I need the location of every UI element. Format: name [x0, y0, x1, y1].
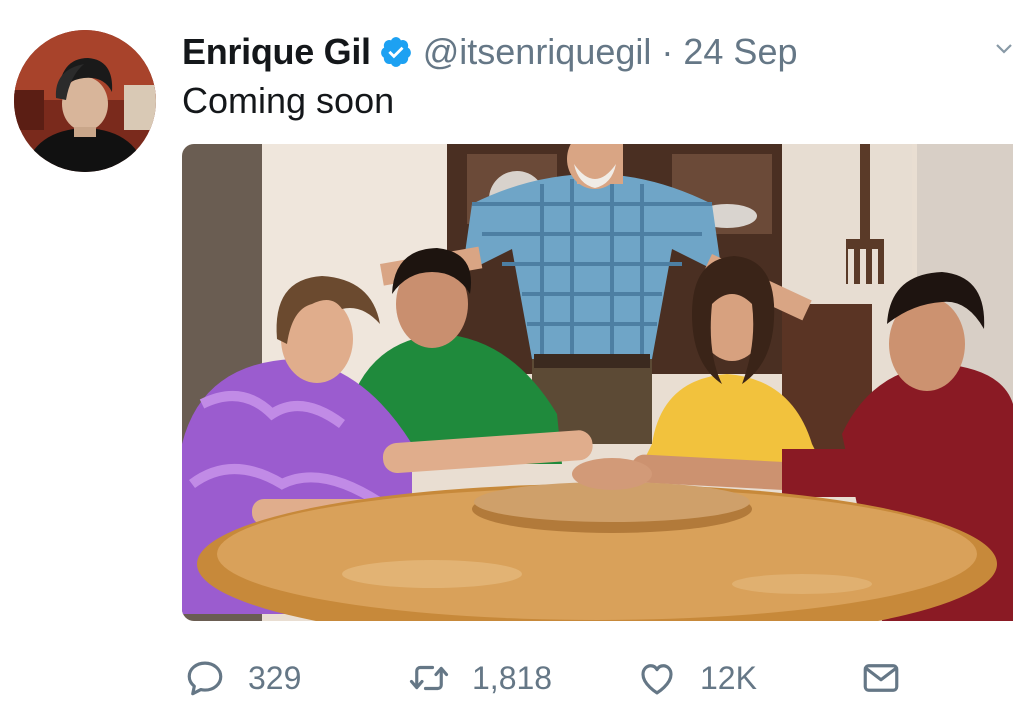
avatar[interactable]: [14, 30, 156, 172]
separator-dot: ·: [661, 31, 674, 72]
tweet-header: Enrique Gil @itsenriquegil · 24 Sep: [182, 30, 798, 74]
heart-icon: [641, 664, 673, 695]
retweet-button[interactable]: 1,818: [408, 650, 552, 706]
reply-button[interactable]: 329: [184, 650, 301, 706]
tweet-timestamp[interactable]: 24 Sep: [683, 31, 797, 73]
author-handle[interactable]: @itsenriquegil: [423, 31, 652, 73]
mail-icon: [863, 664, 899, 692]
tweet-text: Coming soon: [182, 80, 395, 121]
author-name[interactable]: Enrique Gil: [182, 31, 371, 73]
reply-icon: [187, 661, 223, 696]
share-via-dm-button[interactable]: [860, 650, 924, 706]
tweet: Enrique Gil @itsenriquegil · 24 Sep Comi…: [0, 0, 1013, 718]
like-button[interactable]: 12K: [636, 650, 757, 706]
reply-count: 329: [248, 659, 302, 696]
verified-badge-icon: [379, 35, 413, 69]
retweet-count: 1,818: [472, 659, 553, 696]
retweet-icon: [409, 665, 449, 691]
chevron-down-icon[interactable]: [995, 40, 1013, 58]
tweet-media-image[interactable]: [182, 144, 1013, 621]
tweet-actions: 329 1,818 12K: [184, 650, 914, 706]
like-count: 12K: [700, 659, 757, 696]
